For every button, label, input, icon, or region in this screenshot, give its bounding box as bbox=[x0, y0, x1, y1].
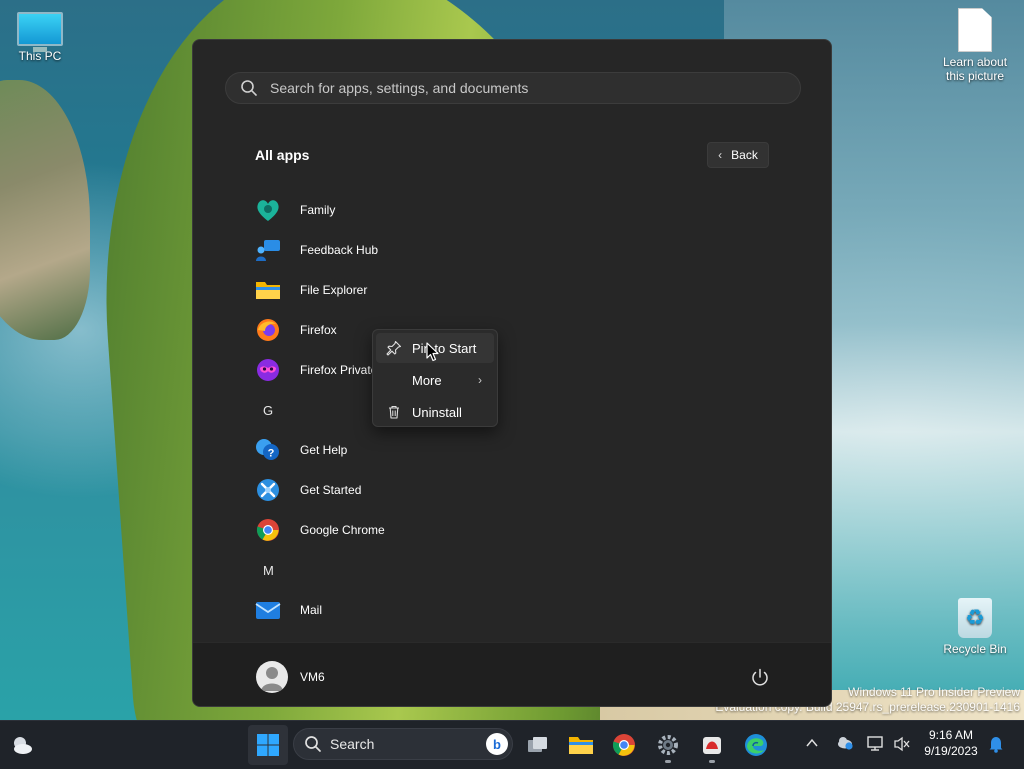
get-help-icon: ? bbox=[255, 437, 281, 463]
uninstall-menu-item[interactable]: Uninstall bbox=[376, 397, 494, 427]
settings-taskbar-button[interactable] bbox=[648, 725, 688, 765]
app-item-google-chrome[interactable]: Google Chrome bbox=[255, 510, 795, 550]
desktop-icon-label: Learn about this picture bbox=[942, 55, 1008, 83]
weather-cloud-icon bbox=[14, 737, 32, 754]
this-pc-icon bbox=[17, 12, 63, 52]
chrome-taskbar-button[interactable] bbox=[604, 725, 644, 765]
clock-date: 9/19/2023 bbox=[924, 744, 978, 758]
app-name: Family bbox=[300, 203, 336, 217]
search-icon bbox=[305, 736, 321, 752]
start-search-box[interactable] bbox=[225, 72, 801, 104]
app-item-get-started[interactable]: Get Started bbox=[255, 470, 795, 510]
taskbar-search-box[interactable]: Search b bbox=[293, 728, 513, 760]
chrome-icon bbox=[612, 734, 635, 756]
volume-muted-icon[interactable] bbox=[893, 736, 911, 752]
start-menu: All apps ‹ Back Family Feedback Hub File… bbox=[192, 39, 832, 707]
user-name[interactable]: VM6 bbox=[300, 670, 325, 684]
pin-icon bbox=[376, 340, 412, 356]
chevron-left-icon: ‹ bbox=[718, 148, 723, 162]
edge-icon bbox=[745, 734, 767, 756]
app-name: Get Started bbox=[300, 483, 362, 497]
desktop-icon-label: Recycle Bin bbox=[943, 642, 1007, 656]
notification-bell-icon[interactable] bbox=[988, 735, 1004, 753]
svg-text:?: ? bbox=[268, 448, 275, 460]
menu-item-label: Pin to Start bbox=[412, 340, 477, 356]
more-menu-item[interactable]: More › bbox=[376, 365, 494, 395]
widgets-button[interactable] bbox=[2, 725, 42, 765]
chevron-up-icon[interactable] bbox=[805, 736, 819, 750]
red-app-icon bbox=[703, 737, 721, 754]
app-name: Mail bbox=[300, 603, 323, 617]
file-explorer-icon bbox=[569, 737, 593, 754]
task-view-button[interactable] bbox=[518, 725, 558, 765]
app-name: Get Help bbox=[300, 443, 348, 457]
user-icon bbox=[261, 667, 283, 691]
task-view-icon bbox=[528, 737, 547, 752]
family-icon bbox=[255, 197, 281, 223]
file-explorer-taskbar-button[interactable] bbox=[561, 725, 601, 765]
letter-header-m[interactable]: M bbox=[255, 550, 795, 590]
file-explorer-icon bbox=[255, 277, 281, 303]
network-icon[interactable] bbox=[866, 735, 886, 751]
trash-icon bbox=[376, 404, 412, 420]
app-taskbar-button[interactable] bbox=[692, 725, 732, 765]
mouse-cursor-icon bbox=[426, 342, 439, 362]
firefox-private-icon bbox=[255, 357, 281, 383]
document-icon bbox=[958, 8, 992, 52]
running-indicator bbox=[709, 760, 715, 763]
app-item-mail[interactable]: Mail bbox=[255, 590, 795, 630]
onedrive-cloud-icon[interactable] bbox=[836, 735, 854, 751]
menu-item-label: Uninstall bbox=[412, 404, 462, 420]
app-name: Google Chrome bbox=[300, 523, 385, 537]
app-item-firefox-private-browsing[interactable]: Firefox Private Browsing bbox=[255, 350, 795, 390]
feedback-hub-icon bbox=[255, 237, 281, 263]
mail-icon bbox=[255, 597, 281, 623]
all-apps-heading: All apps bbox=[255, 147, 310, 163]
get-started-icon bbox=[255, 477, 281, 503]
back-button[interactable]: ‹ Back bbox=[707, 142, 769, 168]
bing-icon[interactable]: b bbox=[486, 733, 508, 755]
gear-icon bbox=[658, 735, 678, 755]
desktop-icon-learn-about-picture[interactable]: Learn about this picture bbox=[935, 8, 1015, 83]
app-name: File Explorer bbox=[300, 283, 368, 297]
start-button[interactable] bbox=[248, 725, 288, 765]
chrome-icon bbox=[255, 517, 281, 543]
clock-time: 9:16 AM bbox=[928, 728, 974, 742]
app-item-get-help[interactable]: ? Get Help bbox=[255, 430, 795, 470]
wallpaper-cliff-left bbox=[0, 80, 90, 340]
app-name: Feedback Hub bbox=[300, 243, 379, 257]
start-search-input[interactable] bbox=[268, 79, 800, 97]
app-item-feedback-hub[interactable]: Feedback Hub bbox=[255, 230, 795, 270]
app-name: Firefox bbox=[300, 323, 337, 337]
desktop-icon-this-pc[interactable]: This PC bbox=[0, 10, 80, 63]
taskbar-search-label: Search bbox=[330, 736, 375, 752]
search-icon bbox=[241, 80, 257, 96]
app-item-firefox[interactable]: Firefox bbox=[255, 310, 795, 350]
back-button-label: Back bbox=[731, 148, 758, 162]
power-icon[interactable] bbox=[749, 667, 771, 689]
firefox-icon bbox=[255, 317, 281, 343]
app-item-file-explorer[interactable]: File Explorer bbox=[255, 270, 795, 310]
app-item-family[interactable]: Family bbox=[255, 190, 795, 230]
taskbar-clock[interactable]: 9:16 AM 9/19/2023 bbox=[918, 727, 984, 759]
recycle-bin-icon: ♻ bbox=[958, 598, 992, 638]
running-indicator bbox=[665, 760, 671, 763]
letter-header-g[interactable]: G bbox=[255, 390, 795, 430]
menu-item-label: More bbox=[412, 372, 442, 388]
edge-taskbar-button[interactable] bbox=[736, 725, 776, 765]
user-avatar[interactable] bbox=[256, 661, 288, 693]
all-apps-list: Family Feedback Hub File Explorer Firefo… bbox=[255, 190, 795, 630]
chevron-right-icon: › bbox=[478, 373, 482, 387]
windows-logo-icon bbox=[257, 734, 279, 756]
desktop-icon-recycle-bin[interactable]: ♻ Recycle Bin bbox=[935, 598, 1015, 656]
start-menu-footer: VM6 bbox=[193, 642, 831, 706]
